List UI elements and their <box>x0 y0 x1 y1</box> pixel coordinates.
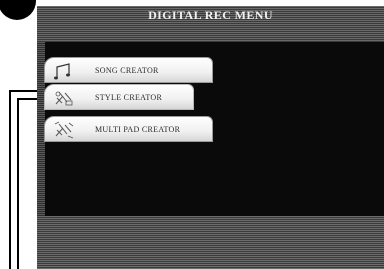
title-bar: DIGITAL REC MENU <box>37 6 384 42</box>
menu-item-label: SONG CREATOR <box>95 66 159 75</box>
menu-item-style-creator[interactable]: STYLE CREATOR <box>44 84 194 110</box>
menu-item-label: MULTI PAD CREATOR <box>95 125 181 134</box>
callout-line-inner <box>17 98 19 269</box>
menu-item-label: STYLE CREATOR <box>95 93 163 102</box>
screen-title: DIGITAL REC MENU <box>148 8 273 22</box>
music-note-icon <box>53 61 75 81</box>
step-marker <box>0 0 36 20</box>
menu-item-song-creator[interactable]: SONG CREATOR <box>44 57 213 83</box>
callout-line-left <box>9 90 11 269</box>
multi-pad-icon <box>53 120 75 140</box>
footer-bar <box>37 216 384 269</box>
style-icon <box>53 88 75 108</box>
menu-item-multi-pad-creator[interactable]: MULTI PAD CREATOR <box>44 116 213 142</box>
